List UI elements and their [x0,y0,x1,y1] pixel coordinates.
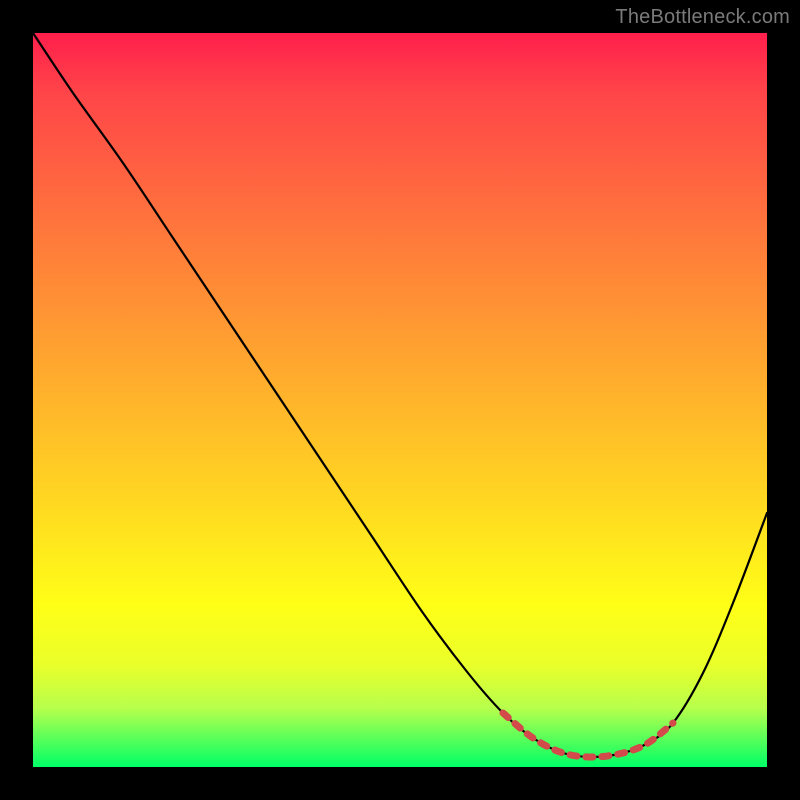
chart-plot-area [33,33,767,767]
bottleneck-curve [33,33,767,757]
curve-valley-highlight [503,713,673,757]
chart-svg [33,33,767,767]
watermark-text: TheBottleneck.com [615,6,790,29]
